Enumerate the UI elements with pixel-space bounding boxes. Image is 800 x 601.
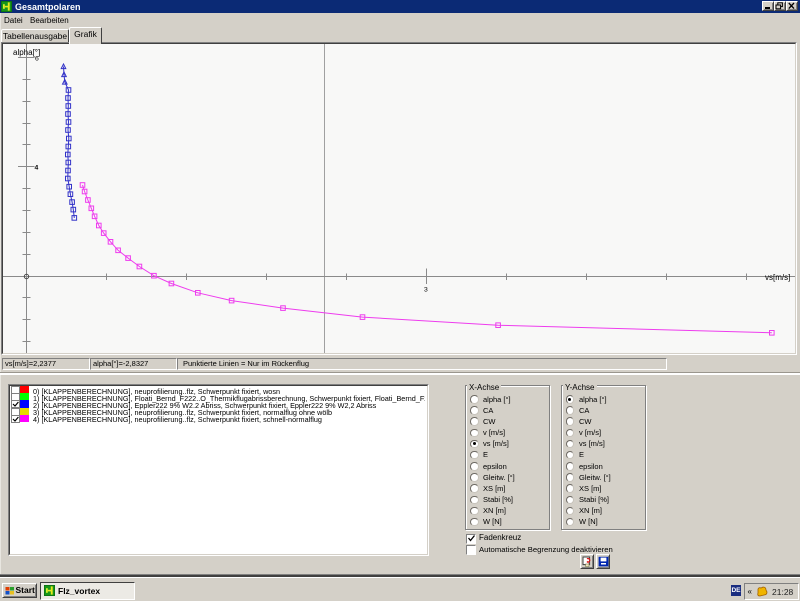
svg-text:6: 6 (35, 56, 39, 63)
svg-text:4: 4 (35, 165, 39, 172)
svg-text:3: 3 (424, 287, 428, 294)
svg-text:vs[m/s]: vs[m/s] (765, 273, 790, 282)
